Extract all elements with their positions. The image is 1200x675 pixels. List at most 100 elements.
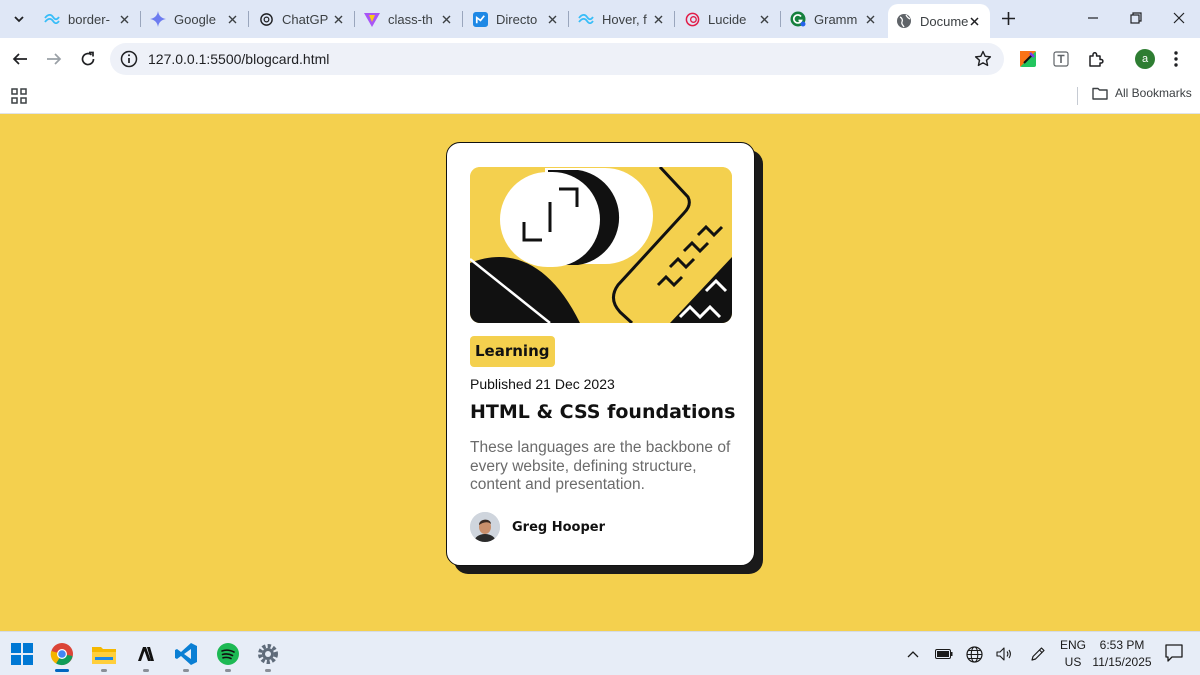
clock-time: 6:53 PM xyxy=(1099,638,1145,652)
tab-separator xyxy=(140,11,141,27)
vite-icon xyxy=(364,11,380,27)
spotify-icon[interactable] xyxy=(214,640,242,668)
tab-chatgpt[interactable]: ChatGP xyxy=(250,6,355,32)
globe-icon xyxy=(896,13,912,29)
input-language[interactable]: ENG US xyxy=(1058,637,1088,671)
chevron-up-icon[interactable] xyxy=(903,644,923,664)
color-picker-icon xyxy=(1020,51,1036,67)
tab-title: Lucide xyxy=(708,11,747,27)
tab-title: Google xyxy=(174,11,216,27)
blog-description: These languages are the backbone of ever… xyxy=(470,439,731,493)
puzzle-icon xyxy=(1089,51,1104,67)
tab-class-th[interactable]: class-th xyxy=(356,6,463,32)
language-code: ENG xyxy=(1059,638,1086,652)
clock[interactable]: 6:53 PM 11/15/2025 xyxy=(1090,637,1154,671)
tab-separator xyxy=(568,11,569,27)
tab-document[interactable]: Docume xyxy=(888,4,990,38)
tab-grammarly[interactable]: Gramm xyxy=(782,6,886,32)
restore-button[interactable] xyxy=(1126,8,1146,28)
tab-title: class-th xyxy=(388,11,433,27)
close-tab-icon[interactable] xyxy=(544,11,560,27)
author-avatar xyxy=(470,512,500,542)
settings-icon[interactable] xyxy=(254,640,282,668)
battery-icon[interactable] xyxy=(934,644,954,664)
tailwind-icon xyxy=(44,11,60,27)
anthropic-icon[interactable] xyxy=(132,640,160,668)
restore-icon xyxy=(1130,12,1142,24)
author-name: Greg Hooper xyxy=(512,519,606,535)
reload-icon xyxy=(81,51,95,66)
page-viewport: Learning Published 21 Dec 2023 HTML & CS… xyxy=(0,114,1200,630)
chrome-icon[interactable] xyxy=(48,640,76,668)
author: Greg Hooper xyxy=(470,512,605,542)
color-picker-extension[interactable] xyxy=(1017,48,1039,70)
site-info-icon[interactable] xyxy=(120,50,138,68)
blog-title[interactable]: HTML & CSS foundations xyxy=(470,401,735,423)
windows-start-icon[interactable] xyxy=(8,640,36,668)
apps-grid-icon[interactable] xyxy=(10,87,28,105)
tab-search-button[interactable] xyxy=(6,6,32,32)
more-vert-icon xyxy=(1174,51,1178,67)
tab-directory[interactable]: Directo xyxy=(464,6,569,32)
tab-title: Docume xyxy=(920,13,969,29)
close-tab-icon[interactable] xyxy=(650,11,666,27)
tab-separator xyxy=(780,11,781,27)
tailwind-icon xyxy=(578,11,594,27)
bookmark-star-icon[interactable] xyxy=(974,50,992,68)
extensions-button[interactable] xyxy=(1085,48,1107,70)
running-indicator xyxy=(183,669,189,672)
bookmarks-divider xyxy=(1077,87,1078,105)
chatgpt-icon xyxy=(258,11,274,27)
close-tab-icon[interactable] xyxy=(224,11,240,27)
tab-separator xyxy=(462,11,463,27)
network-globe-icon[interactable] xyxy=(964,644,984,664)
close-tab-icon[interactable] xyxy=(862,11,878,27)
minimize-icon xyxy=(1088,17,1098,19)
tab-separator xyxy=(674,11,675,27)
new-tab-button[interactable] xyxy=(998,8,1018,28)
all-bookmarks-button[interactable]: All Bookmarks xyxy=(1092,86,1192,100)
chevron-down-icon xyxy=(14,16,24,23)
directory-icon xyxy=(472,11,488,27)
url-text[interactable]: 127.0.0.1:5500/blogcard.html xyxy=(148,51,329,67)
close-icon xyxy=(1173,12,1185,24)
arrow-left-icon xyxy=(12,53,27,65)
menu-button[interactable] xyxy=(1165,48,1187,70)
tab-border[interactable]: border- xyxy=(36,6,141,32)
blog-illustration xyxy=(470,167,732,323)
running-indicator xyxy=(265,669,271,672)
close-tab-icon[interactable] xyxy=(756,11,772,27)
grammarly-icon xyxy=(790,11,806,27)
tab-hover[interactable]: Hover, f xyxy=(570,6,675,32)
browser-toolbar: 127.0.0.1:5500/blogcard.html xyxy=(0,38,1200,80)
back-button[interactable] xyxy=(8,47,32,71)
tab-title: border- xyxy=(68,11,110,27)
text-extension[interactable] xyxy=(1050,48,1072,70)
vscode-icon[interactable] xyxy=(172,640,200,668)
tab-google[interactable]: Google xyxy=(142,6,249,32)
notification-icon[interactable] xyxy=(1164,643,1184,663)
minimize-button[interactable] xyxy=(1083,8,1103,28)
close-tab-icon[interactable] xyxy=(330,11,346,27)
close-window-button[interactable] xyxy=(1169,8,1189,28)
blog-card: Learning Published 21 Dec 2023 HTML & CS… xyxy=(446,142,755,566)
bookmarks-bar: All Bookmarks xyxy=(0,80,1200,114)
forward-button[interactable] xyxy=(42,47,66,71)
close-tab-icon[interactable] xyxy=(116,11,132,27)
reload-button[interactable] xyxy=(76,47,100,71)
folder-icon xyxy=(1092,87,1108,100)
close-tab-icon[interactable] xyxy=(438,11,454,27)
file-explorer-icon[interactable] xyxy=(90,640,118,668)
tab-lucide[interactable]: Lucide xyxy=(676,6,781,32)
tab-strip: border- Google ChatGP class-th Directo H… xyxy=(0,0,1200,38)
pen-icon[interactable] xyxy=(1028,644,1048,664)
volume-icon[interactable] xyxy=(994,644,1014,664)
tab-title: Directo xyxy=(496,11,538,27)
address-bar[interactable]: 127.0.0.1:5500/blogcard.html xyxy=(110,43,1004,75)
profile-avatar[interactable]: a xyxy=(1135,49,1155,69)
all-bookmarks-label: All Bookmarks xyxy=(1115,86,1192,100)
tab-title: ChatGP xyxy=(282,11,329,27)
arrow-right-icon xyxy=(47,53,62,65)
running-indicator xyxy=(101,669,107,672)
close-tab-icon[interactable] xyxy=(966,13,982,29)
